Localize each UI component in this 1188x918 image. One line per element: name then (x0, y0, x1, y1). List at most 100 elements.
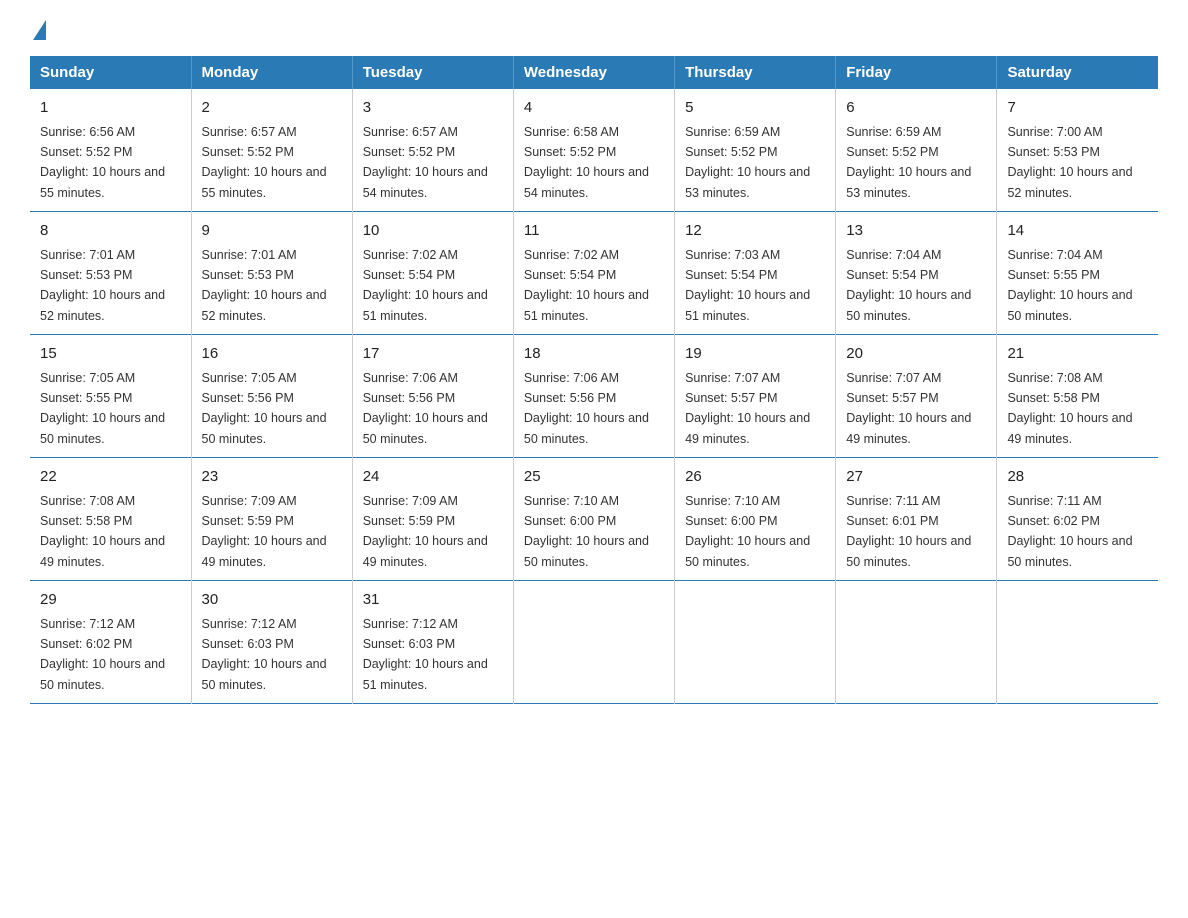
calendar-cell (513, 581, 674, 704)
day-number: 6 (846, 97, 986, 120)
calendar-cell: 9 Sunrise: 7:01 AMSunset: 5:53 PMDaylight… (191, 212, 352, 335)
day-number: 3 (363, 97, 503, 120)
calendar-cell: 8 Sunrise: 7:01 AMSunset: 5:53 PMDaylight… (30, 212, 191, 335)
calendar-cell: 3 Sunrise: 6:57 AMSunset: 5:52 PMDaylight… (352, 89, 513, 212)
calendar-cell: 13Sunrise: 7:04 AMSunset: 5:54 PMDayligh… (836, 212, 997, 335)
day-info: Sunrise: 6:57 AMSunset: 5:52 PMDaylight:… (363, 125, 488, 200)
day-number: 25 (524, 466, 664, 489)
day-number: 18 (524, 343, 664, 366)
day-number: 29 (40, 589, 181, 612)
day-info: Sunrise: 7:11 AMSunset: 6:01 PMDaylight:… (846, 494, 971, 569)
calendar-cell: 5 Sunrise: 6:59 AMSunset: 5:52 PMDaylight… (675, 89, 836, 212)
day-info: Sunrise: 7:06 AMSunset: 5:56 PMDaylight:… (524, 371, 649, 446)
calendar-cell: 27 Sunrise: 7:11 AMSunset: 6:01 PMDayligh… (836, 458, 997, 581)
day-number: 26 (685, 466, 825, 489)
day-number: 31 (363, 589, 503, 612)
weekday-header-thursday: Thursday (675, 56, 836, 89)
day-number: 27 (846, 466, 986, 489)
day-number: 9 (202, 220, 342, 243)
calendar-cell: 18 Sunrise: 7:06 AMSunset: 5:56 PMDayligh… (513, 335, 674, 458)
day-number: 23 (202, 466, 342, 489)
day-number: 20 (846, 343, 986, 366)
day-info: Sunrise: 7:08 AMSunset: 5:58 PMDaylight:… (1007, 371, 1132, 446)
day-info: Sunrise: 7:05 AMSunset: 5:55 PMDaylight:… (40, 371, 165, 446)
calendar-cell (675, 581, 836, 704)
day-number: 28 (1007, 466, 1148, 489)
weekday-header-sunday: Sunday (30, 56, 191, 89)
day-number: 4 (524, 97, 664, 120)
day-info: Sunrise: 7:07 AMSunset: 5:57 PMDaylight:… (685, 371, 810, 446)
day-info: Sunrise: 7:00 AMSunset: 5:53 PMDaylight:… (1007, 125, 1132, 200)
day-number: 16 (202, 343, 342, 366)
calendar-cell: 29 Sunrise: 7:12 AMSunset: 6:02 PMDayligh… (30, 581, 191, 704)
day-info: Sunrise: 7:08 AMSunset: 5:58 PMDaylight:… (40, 494, 165, 569)
logo (30, 20, 46, 36)
day-info: Sunrise: 7:07 AMSunset: 5:57 PMDaylight:… (846, 371, 971, 446)
day-info: Sunrise: 7:12 AMSunset: 6:03 PMDaylight:… (202, 617, 327, 692)
day-number: 17 (363, 343, 503, 366)
calendar-week-row: 22 Sunrise: 7:08 AMSunset: 5:58 PMDayligh… (30, 458, 1158, 581)
day-number: 22 (40, 466, 181, 489)
day-info: Sunrise: 7:02 AMSunset: 5:54 PMDaylight:… (524, 248, 649, 323)
weekday-header-friday: Friday (836, 56, 997, 89)
day-info: Sunrise: 7:09 AMSunset: 5:59 PMDaylight:… (202, 494, 327, 569)
day-number: 10 (363, 220, 503, 243)
day-number: 11 (524, 220, 664, 243)
day-info: Sunrise: 6:56 AMSunset: 5:52 PMDaylight:… (40, 125, 165, 200)
calendar-cell: 25 Sunrise: 7:10 AMSunset: 6:00 PMDayligh… (513, 458, 674, 581)
day-info: Sunrise: 7:11 AMSunset: 6:02 PMDaylight:… (1007, 494, 1132, 569)
calendar-week-row: 1 Sunrise: 6:56 AMSunset: 5:52 PMDaylight… (30, 89, 1158, 212)
calendar-cell: 10 Sunrise: 7:02 AMSunset: 5:54 PMDayligh… (352, 212, 513, 335)
day-number: 15 (40, 343, 181, 366)
calendar-cell: 26Sunrise: 7:10 AMSunset: 6:00 PMDayligh… (675, 458, 836, 581)
calendar-cell: 24 Sunrise: 7:09 AMSunset: 5:59 PMDayligh… (352, 458, 513, 581)
calendar-cell: 16Sunrise: 7:05 AMSunset: 5:56 PMDayligh… (191, 335, 352, 458)
calendar-cell: 30Sunrise: 7:12 AMSunset: 6:03 PMDayligh… (191, 581, 352, 704)
day-info: Sunrise: 7:03 AMSunset: 5:54 PMDaylight:… (685, 248, 810, 323)
day-info: Sunrise: 7:10 AMSunset: 6:00 PMDaylight:… (524, 494, 649, 569)
day-number: 7 (1007, 97, 1148, 120)
calendar-cell: 15 Sunrise: 7:05 AMSunset: 5:55 PMDayligh… (30, 335, 191, 458)
calendar-cell: 12Sunrise: 7:03 AMSunset: 5:54 PMDayligh… (675, 212, 836, 335)
calendar-week-row: 15 Sunrise: 7:05 AMSunset: 5:55 PMDayligh… (30, 335, 1158, 458)
calendar-cell: 21 Sunrise: 7:08 AMSunset: 5:58 PMDayligh… (997, 335, 1158, 458)
calendar-table: SundayMondayTuesdayWednesdayThursdayFrid… (30, 56, 1158, 704)
day-info: Sunrise: 7:12 AMSunset: 6:02 PMDaylight:… (40, 617, 165, 692)
calendar-cell: 4 Sunrise: 6:58 AMSunset: 5:52 PMDaylight… (513, 89, 674, 212)
weekday-header-wednesday: Wednesday (513, 56, 674, 89)
day-number: 8 (40, 220, 181, 243)
day-info: Sunrise: 6:59 AMSunset: 5:52 PMDaylight:… (685, 125, 810, 200)
day-number: 1 (40, 97, 181, 120)
day-number: 21 (1007, 343, 1148, 366)
calendar-week-row: 29 Sunrise: 7:12 AMSunset: 6:02 PMDayligh… (30, 581, 1158, 704)
day-info: Sunrise: 7:01 AMSunset: 5:53 PMDaylight:… (40, 248, 165, 323)
calendar-cell: 19 Sunrise: 7:07 AMSunset: 5:57 PMDayligh… (675, 335, 836, 458)
day-number: 5 (685, 97, 825, 120)
day-number: 14 (1007, 220, 1148, 243)
calendar-week-row: 8 Sunrise: 7:01 AMSunset: 5:53 PMDaylight… (30, 212, 1158, 335)
calendar-cell: 28 Sunrise: 7:11 AMSunset: 6:02 PMDayligh… (997, 458, 1158, 581)
page-header (30, 20, 1158, 36)
calendar-cell: 6 Sunrise: 6:59 AMSunset: 5:52 PMDaylight… (836, 89, 997, 212)
day-number: 24 (363, 466, 503, 489)
day-info: Sunrise: 6:57 AMSunset: 5:52 PMDaylight:… (202, 125, 327, 200)
weekday-header-tuesday: Tuesday (352, 56, 513, 89)
calendar-cell: 22 Sunrise: 7:08 AMSunset: 5:58 PMDayligh… (30, 458, 191, 581)
calendar-cell: 14 Sunrise: 7:04 AMSunset: 5:55 PMDayligh… (997, 212, 1158, 335)
calendar-cell: 17Sunrise: 7:06 AMSunset: 5:56 PMDayligh… (352, 335, 513, 458)
day-info: Sunrise: 7:04 AMSunset: 5:55 PMDaylight:… (1007, 248, 1132, 323)
weekday-header-monday: Monday (191, 56, 352, 89)
day-number: 2 (202, 97, 342, 120)
calendar-cell (997, 581, 1158, 704)
day-number: 19 (685, 343, 825, 366)
day-info: Sunrise: 6:59 AMSunset: 5:52 PMDaylight:… (846, 125, 971, 200)
calendar-header-row: SundayMondayTuesdayWednesdayThursdayFrid… (30, 56, 1158, 89)
calendar-cell: 1 Sunrise: 6:56 AMSunset: 5:52 PMDaylight… (30, 89, 191, 212)
day-info: Sunrise: 7:09 AMSunset: 5:59 PMDaylight:… (363, 494, 488, 569)
day-info: Sunrise: 7:02 AMSunset: 5:54 PMDaylight:… (363, 248, 488, 323)
calendar-cell: 23 Sunrise: 7:09 AMSunset: 5:59 PMDayligh… (191, 458, 352, 581)
day-info: Sunrise: 7:01 AMSunset: 5:53 PMDaylight:… (202, 248, 327, 323)
calendar-cell: 31Sunrise: 7:12 AMSunset: 6:03 PMDayligh… (352, 581, 513, 704)
day-info: Sunrise: 6:58 AMSunset: 5:52 PMDaylight:… (524, 125, 649, 200)
day-number: 13 (846, 220, 986, 243)
